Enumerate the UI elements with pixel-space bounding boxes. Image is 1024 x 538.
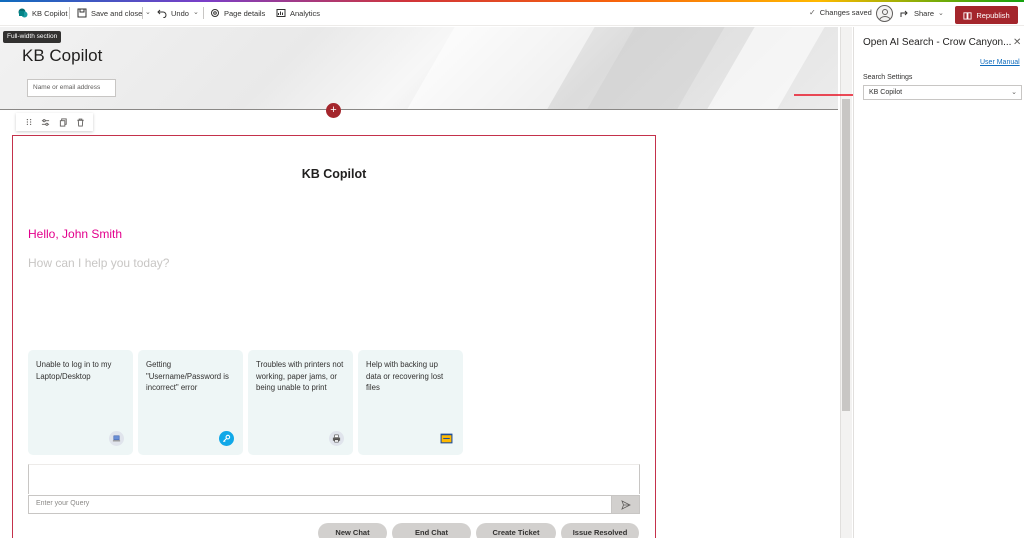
analytics-label: Analytics bbox=[290, 8, 321, 18]
user-manual-link[interactable]: User Manual bbox=[980, 59, 1020, 66]
share-icon bbox=[900, 10, 908, 17]
page-canvas: Full-width section KB Copilot Name or em… bbox=[0, 27, 838, 538]
delete-icon[interactable] bbox=[75, 117, 85, 127]
webpart-toolbar bbox=[16, 113, 93, 131]
save-close-button[interactable]: Save and close bbox=[77, 8, 142, 18]
card-text: Unable to log in to my Laptop/Desktop bbox=[36, 360, 112, 381]
site-name-label: KB Copilot bbox=[32, 8, 68, 18]
page-title[interactable]: KB Copilot bbox=[22, 46, 102, 66]
gear-icon bbox=[211, 9, 219, 17]
divider bbox=[203, 7, 204, 19]
scrollbar-thumb[interactable] bbox=[842, 99, 850, 411]
book-icon bbox=[963, 11, 972, 20]
kb-copilot-webpart[interactable]: KB Copilot Hello, John Smith How can I h… bbox=[12, 135, 656, 538]
undo-options-dropdown[interactable]: ⌄ bbox=[193, 8, 199, 16]
chevron-down-icon: ⌄ bbox=[938, 10, 944, 17]
drag-handle-icon[interactable] bbox=[24, 117, 34, 127]
close-icon[interactable]: ✕ bbox=[1013, 37, 1021, 48]
add-section-button[interactable]: + bbox=[326, 103, 341, 118]
save-close-label: Save and close bbox=[91, 8, 143, 18]
undo-label: Undo bbox=[171, 8, 189, 18]
command-bar: KB Copilot Save and close ⌄ Undo ⌄ Page … bbox=[0, 2, 1024, 26]
webpart-title: KB Copilot bbox=[301, 167, 367, 181]
end-chat-button[interactable]: End Chat bbox=[392, 523, 471, 538]
suggestion-card-printer[interactable]: Troubles with printers not working, pape… bbox=[248, 350, 353, 455]
duplicate-icon[interactable] bbox=[58, 117, 68, 127]
changes-saved-label: Changes saved bbox=[819, 8, 872, 17]
property-pane: Open AI Search - Crow Canyon... ✕ User M… bbox=[853, 27, 1024, 538]
backup-folder-icon bbox=[439, 431, 454, 446]
search-settings-dropdown[interactable]: KB Copilot ⌄ bbox=[863, 85, 1022, 100]
search-settings-label: Search Settings bbox=[863, 74, 913, 81]
analytics-icon bbox=[276, 9, 286, 17]
divider bbox=[142, 7, 143, 19]
send-button[interactable] bbox=[611, 495, 640, 514]
chat-history-area bbox=[28, 464, 640, 494]
share-label: Share bbox=[914, 8, 935, 18]
chevron-down-icon: ⌄ bbox=[193, 9, 199, 16]
suggestion-card-login[interactable]: Unable to log in to my Laptop/Desktop bbox=[28, 350, 133, 455]
sharepoint-icon bbox=[18, 8, 28, 18]
plus-icon: + bbox=[330, 104, 337, 116]
save-options-dropdown[interactable]: ⌄ bbox=[145, 8, 151, 16]
card-text: Troubles with printers not working, pape… bbox=[256, 360, 344, 392]
chevron-down-icon: ⌄ bbox=[1011, 89, 1017, 96]
analytics-button[interactable]: Analytics bbox=[276, 8, 320, 18]
edit-properties-icon[interactable] bbox=[41, 117, 51, 127]
hero-section[interactable]: Full-width section KB Copilot Name or em… bbox=[0, 27, 838, 110]
laptop-icon bbox=[109, 431, 124, 446]
chevron-down-icon: ⌄ bbox=[145, 9, 151, 16]
key-icon bbox=[219, 431, 234, 446]
page-details-button[interactable]: Page details bbox=[210, 8, 265, 18]
undo-button[interactable]: Undo bbox=[157, 8, 189, 18]
republish-button[interactable]: Republish bbox=[955, 6, 1018, 24]
checkmark-icon: ✓ bbox=[809, 8, 816, 17]
help-prompt: How can I help you today? bbox=[28, 256, 170, 270]
search-settings-value: KB Copilot bbox=[869, 89, 903, 96]
page-details-label: Page details bbox=[224, 8, 266, 18]
divider bbox=[69, 7, 70, 19]
suggestion-card-password[interactable]: Getting "Username/Password is incorrect"… bbox=[138, 350, 243, 455]
section-tag: Full-width section bbox=[3, 31, 62, 43]
share-button[interactable]: Share ⌄ bbox=[900, 8, 944, 18]
changes-saved-status: ✓ Changes saved bbox=[809, 8, 872, 17]
card-text: Help with backing up data or recovering … bbox=[366, 360, 444, 392]
property-pane-title: Open AI Search - Crow Canyon... bbox=[863, 37, 1012, 48]
query-input[interactable]: Enter your Query bbox=[28, 495, 612, 514]
author-input[interactable]: Name or email address bbox=[27, 79, 116, 97]
undo-icon bbox=[157, 9, 167, 18]
send-icon bbox=[620, 499, 631, 510]
issue-resolved-button[interactable]: Issue Resolved bbox=[561, 523, 639, 538]
new-chat-button[interactable]: New Chat bbox=[318, 523, 387, 538]
site-name[interactable]: KB Copilot bbox=[18, 8, 67, 18]
printer-icon bbox=[329, 431, 344, 446]
save-icon bbox=[77, 8, 87, 18]
avatar[interactable] bbox=[876, 5, 893, 22]
suggestion-card-backup[interactable]: Help with backing up data or recovering … bbox=[358, 350, 463, 455]
card-text: Getting "Username/Password is incorrect"… bbox=[146, 360, 229, 392]
create-ticket-button[interactable]: Create Ticket bbox=[476, 523, 556, 538]
greeting-text: Hello, John Smith bbox=[28, 227, 123, 241]
republish-label: Republish bbox=[976, 10, 1010, 20]
